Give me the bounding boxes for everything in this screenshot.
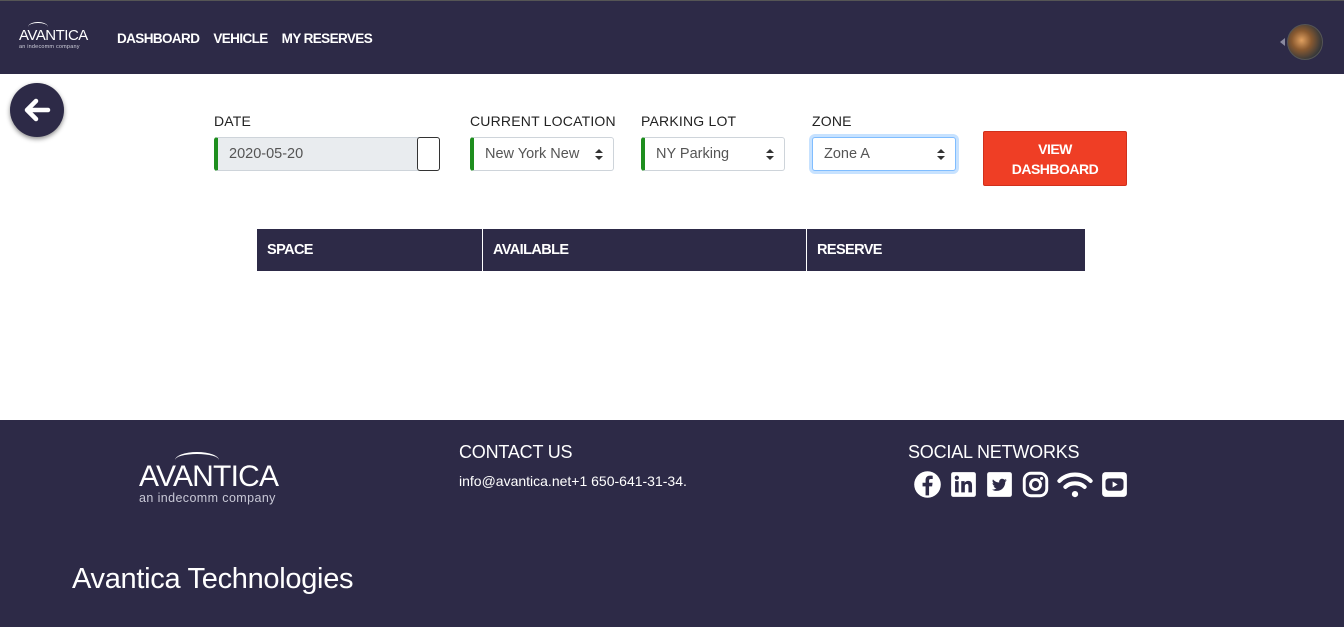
instagram-icon[interactable] xyxy=(1021,470,1050,499)
twitter-icon[interactable] xyxy=(985,470,1014,499)
select-arrows-icon xyxy=(937,149,945,161)
location-field: CURRENT LOCATION New York New xyxy=(470,113,616,171)
contact-heading: CONTACT US xyxy=(459,442,573,462)
select-arrows-icon xyxy=(595,149,603,161)
footer-logo: AVANTICA an indecomm company xyxy=(139,452,279,505)
location-value: New York New xyxy=(485,146,580,162)
logo-arc xyxy=(175,452,219,468)
linkedin-icon[interactable] xyxy=(949,470,978,499)
column-header-available: AVAILABLE xyxy=(483,229,807,271)
zone-value: Zone A xyxy=(824,146,870,162)
date-field: DATE 2020-05-20 xyxy=(214,113,440,171)
column-header-space: SPACE xyxy=(257,229,483,271)
avatar[interactable] xyxy=(1287,24,1323,60)
arrow-left-icon xyxy=(24,98,51,122)
nav-dashboard[interactable]: DASHBOARD xyxy=(117,31,200,46)
user-menu[interactable] xyxy=(1280,24,1323,60)
company-name: Avantica Technologies xyxy=(72,563,354,595)
social-heading: SOCIAL NETWORKS xyxy=(908,442,1080,462)
date-picker-toggle[interactable] xyxy=(417,137,440,171)
nav-vehicle[interactable]: VEHICLE xyxy=(213,31,268,46)
location-label: CURRENT LOCATION xyxy=(470,113,616,129)
date-label: DATE xyxy=(214,113,252,129)
date-value: 2020-05-20 xyxy=(229,146,304,162)
top-navbar: AVANTICA an indecomm company DASHBOARD V… xyxy=(0,0,1344,74)
youtube-icon[interactable] xyxy=(1100,470,1129,499)
contact-text: info@avantica.net+1 650-641-31-34. xyxy=(459,473,687,489)
column-header-reserve: RESERVE xyxy=(817,242,882,258)
parking-lot-label: PARKING LOT xyxy=(641,113,737,129)
logo-arc xyxy=(28,22,48,32)
parking-lot-value: NY Parking xyxy=(656,146,730,162)
spaces-table-header: SPACE AVAILABLE RESERVE xyxy=(257,229,1085,271)
back-button[interactable] xyxy=(10,83,64,137)
view-dashboard-button[interactable]: VIEW DASHBOARD xyxy=(983,131,1127,186)
zone-label: ZONE xyxy=(812,113,852,129)
parking-lot-select[interactable]: NY Parking xyxy=(641,137,785,171)
select-arrows-icon xyxy=(766,149,774,161)
date-input[interactable]: 2020-05-20 xyxy=(214,137,440,171)
wifi-icon[interactable] xyxy=(1057,470,1093,499)
brand-logo[interactable]: AVANTICA an indecomm company xyxy=(19,22,88,50)
footer-logo-tagline: an indecomm company xyxy=(139,491,276,505)
footer: AVANTICA an indecomm company CONTACT US … xyxy=(0,420,1344,627)
brand-logo-tagline: an indecomm company xyxy=(19,44,80,50)
facebook-icon[interactable] xyxy=(913,470,942,499)
location-select[interactable]: New York New xyxy=(470,137,614,171)
social-links xyxy=(913,470,1129,499)
main-nav: DASHBOARD VEHICLE MY RESERVES xyxy=(117,31,373,46)
zone-select[interactable]: Zone A xyxy=(812,137,956,171)
view-dashboard-label: VIEW DASHBOARD xyxy=(1011,140,1099,177)
caret-left-icon xyxy=(1280,38,1285,46)
zone-field: ZONE Zone A xyxy=(812,113,956,171)
parking-lot-field: PARKING LOT NY Parking xyxy=(641,113,785,171)
nav-my-reserves[interactable]: MY RESERVES xyxy=(282,31,373,46)
